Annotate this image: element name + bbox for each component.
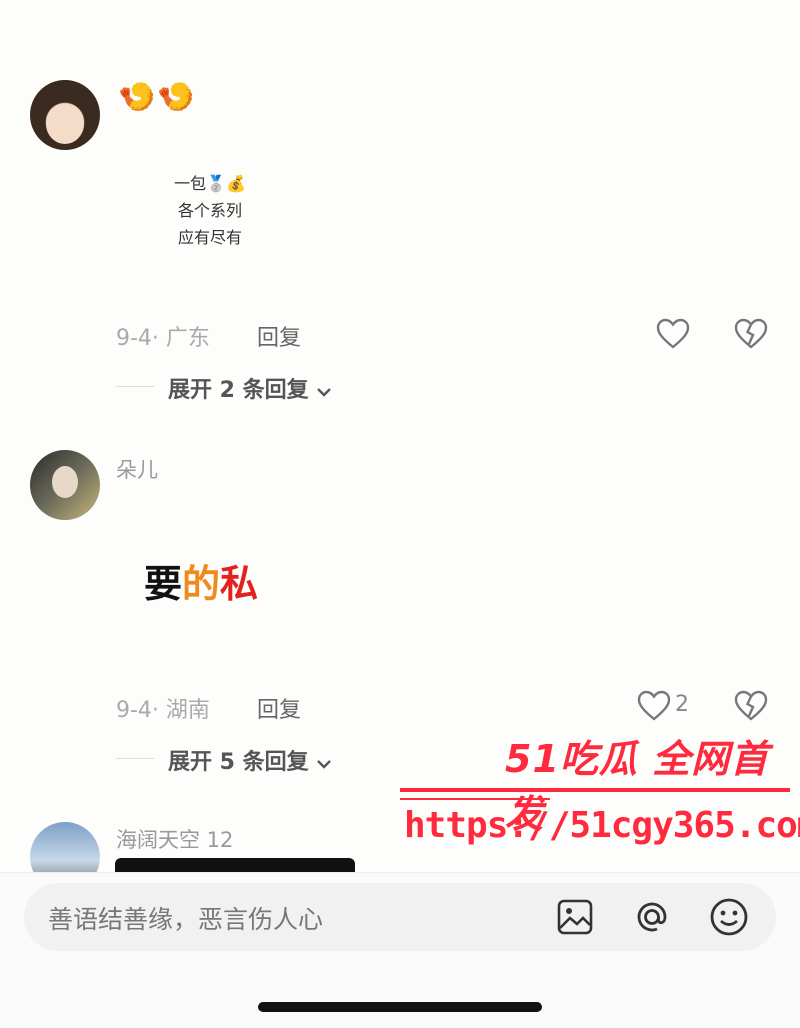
image-text-line: 一包🥈💰 <box>174 174 246 193</box>
comment-char: 的 <box>182 562 221 606</box>
comment-emoji: 🍤🍤 <box>118 80 197 115</box>
comment-input-placeholder[interactable]: 善语结善缘，恶言伤人心 <box>48 900 323 936</box>
comment-image[interactable]: 一包🥈💰 各个系列 应有尽有 <box>140 170 280 251</box>
username[interactable]: 朵儿 <box>116 454 158 484</box>
comment-meta: 9-4· 湖南 <box>116 698 210 723</box>
like-count: 2 <box>675 692 689 717</box>
reply-button[interactable]: 回复 <box>257 320 301 352</box>
watermark-divider <box>400 788 790 792</box>
reply-button[interactable]: 回复 <box>257 692 301 724</box>
watermark-divider <box>400 798 550 800</box>
comment-char: 要 <box>144 562 183 606</box>
expand-replies-button[interactable]: 展开 2 条回复 <box>168 372 332 404</box>
home-indicator[interactable] <box>258 1002 542 1012</box>
avatar[interactable] <box>30 80 100 150</box>
comment-image[interactable] <box>115 858 355 872</box>
expand-label: 展开 2 条回复 <box>168 378 309 403</box>
smile-icon[interactable] <box>708 896 750 938</box>
chevron-down-icon <box>316 751 332 776</box>
expand-label: 展开 5 条回复 <box>168 750 309 775</box>
broken-heart-icon[interactable] <box>734 690 768 722</box>
avatar[interactable] <box>30 450 100 520</box>
comment-char: 私 <box>220 562 259 606</box>
divider <box>116 386 154 387</box>
chevron-down-icon <box>316 379 332 404</box>
broken-heart-icon[interactable] <box>734 318 768 350</box>
watermark-url: https://51cgy365.com <box>404 805 800 846</box>
image-icon[interactable] <box>556 898 594 936</box>
image-text-line: 应有尽有 <box>177 228 242 247</box>
divider <box>116 758 154 759</box>
expand-replies-button[interactable]: 展开 5 条回复 <box>168 744 332 776</box>
comment-text: 要的私 <box>144 553 258 608</box>
image-text-line: 各个系列 <box>177 201 242 220</box>
comment-meta: 9-4· 广东 <box>116 326 210 351</box>
username[interactable]: 海阔天空 12 <box>116 824 233 854</box>
heart-icon[interactable] <box>656 318 690 350</box>
at-icon[interactable] <box>631 896 673 938</box>
heart-icon[interactable] <box>637 690 671 722</box>
